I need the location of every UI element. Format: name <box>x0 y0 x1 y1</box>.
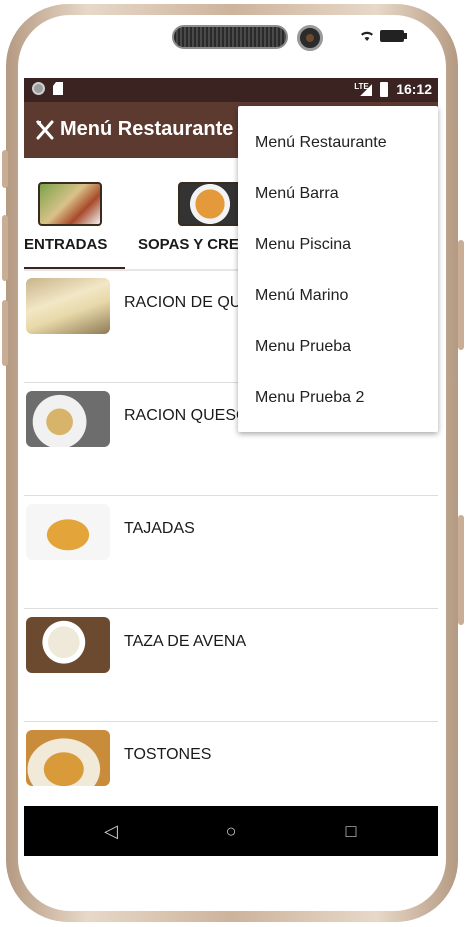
sd-card-icon <box>53 82 63 95</box>
wifi-icon <box>361 31 373 41</box>
home-icon[interactable]: ○ <box>220 820 242 842</box>
menu-item-piscina[interactable]: Menu Piscina <box>238 219 438 270</box>
tab-label: SOPAS Y CRE <box>138 236 239 253</box>
menu-item-prueba-2[interactable]: Menu Prueba 2 <box>238 372 438 423</box>
item-name: TAZA DE AVENA <box>124 633 247 650</box>
battery-icon <box>380 81 389 97</box>
side-button <box>458 515 464 625</box>
app-title-text: Menú Restaurante <box>60 118 234 140</box>
tostones-photo <box>26 730 110 786</box>
item-name: RACION DE QU <box>124 294 242 311</box>
front-camera <box>297 25 323 51</box>
side-button <box>2 300 8 366</box>
item-name: TOSTONES <box>124 746 212 763</box>
plantain-slices-photo <box>26 504 110 560</box>
side-button <box>2 215 8 281</box>
battery-icon <box>380 30 407 42</box>
soup-thumbnail <box>178 182 242 226</box>
list-item[interactable]: TAJADAS <box>24 496 438 609</box>
item-name: RACION QUESO <box>124 407 249 424</box>
menu-item-barra[interactable]: Menú Barra <box>238 168 438 219</box>
item-name: TAJADAS <box>124 520 195 537</box>
menu-item-marino[interactable]: Menú Marino <box>238 270 438 321</box>
app-title: Menú Restaurante <box>34 118 233 141</box>
cutlery-icon <box>36 120 54 139</box>
system-nav-bar: ◁ ○ □ <box>24 806 438 856</box>
salad-thumbnail <box>38 182 102 226</box>
oatmeal-cup-photo <box>26 617 110 673</box>
lte-label: LTE <box>354 82 369 91</box>
overflow-menu: Menú Restaurante Menú Barra Menu Piscina… <box>238 106 438 432</box>
list-item[interactable]: TAZA DE AVENA <box>24 609 438 722</box>
status-bar: LTE 16:12 <box>24 78 438 102</box>
fried-cheese-photo <box>26 391 110 447</box>
tab-entradas[interactable]: ENTRADAS <box>24 158 125 270</box>
frame-status-icons <box>360 30 407 42</box>
status-time: 16:12 <box>396 81 432 97</box>
circle-icon <box>32 82 45 95</box>
menu-item-restaurante[interactable]: Menú Restaurante <box>238 117 438 168</box>
side-button <box>2 150 8 188</box>
menu-item-prueba[interactable]: Menu Prueba <box>238 321 438 372</box>
tab-label: ENTRADAS <box>24 236 108 253</box>
power-button <box>458 240 464 350</box>
lte-signal-icon: LTE <box>354 82 372 96</box>
cheese-photo <box>26 278 110 334</box>
recents-icon[interactable]: □ <box>340 820 362 842</box>
speaker-grille <box>172 25 288 49</box>
back-icon[interactable]: ◁ <box>100 820 122 842</box>
